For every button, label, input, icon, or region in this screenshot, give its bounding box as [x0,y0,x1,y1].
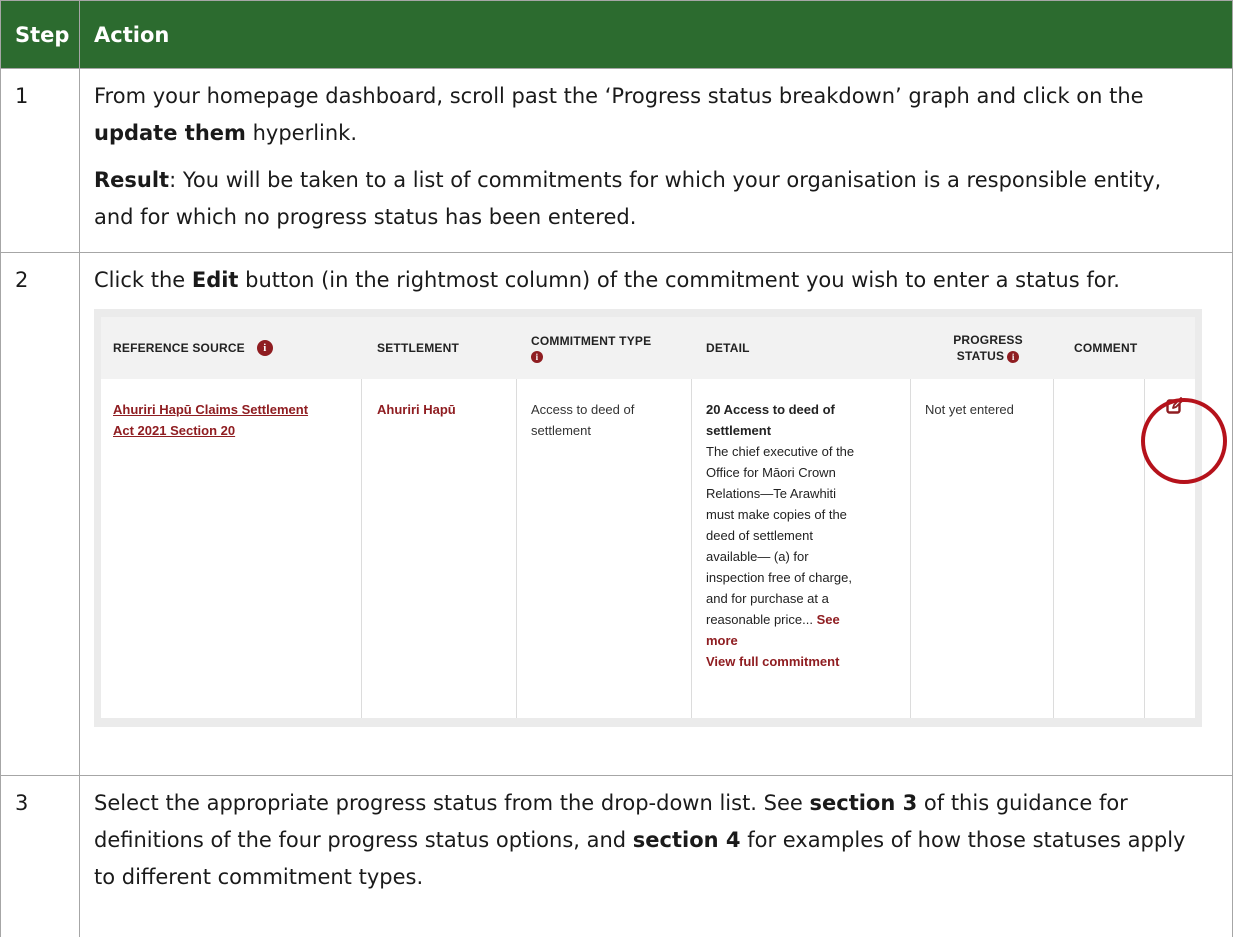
col-label: REFERENCE SOURCE [113,341,245,355]
guide-table: Step Action 1 From your homepage dashboa… [0,0,1233,937]
col-label: COMMITMENT TYPE [531,334,651,348]
text-segment: Select the appropriate progress status f… [94,791,810,815]
step-number: 1 [1,69,80,253]
detail-line: available— (a) for [706,546,854,567]
col-progress-status: PROGRESS STATUSi [943,317,1033,379]
detail-line: reasonable price... See [706,609,854,630]
table-row: 1 From your homepage dashboard, scroll p… [1,69,1233,253]
col-commitment-type: COMMITMENT TYPE i [531,317,651,379]
table-header-row: Step Action [1,1,1233,69]
text-line: Access to deed of [531,399,634,420]
link-text[interactable]: Ahuriri Hapū Claims Settlement [113,399,308,420]
step-number: 2 [1,253,80,776]
text-segment: Click the [94,268,192,292]
action-text: Select the appropriate progress status f… [94,785,1206,896]
action-text: From your homepage dashboard, scroll pas… [94,78,1206,152]
column-divider [691,379,692,718]
step-number: 3 [1,776,80,937]
bold-term: section 4 [633,828,741,852]
text-segment: : You will be taken to a list of commitm… [94,168,1161,229]
detail-line: and for purchase at a [706,588,854,609]
detail-title: 20 Access to deed of [706,399,854,420]
bold-term: section 3 [810,791,918,815]
text-segment: hyperlink. [246,121,357,145]
bold-term: Edit [192,268,239,292]
progress-status-value: Not yet entered [925,399,1014,420]
commitments-table-header: REFERENCE SOURCE i SETTLEMENT COMMITMENT… [101,317,1195,379]
link-text[interactable]: Act 2021 Section 20 [113,420,308,441]
header-action: Action [80,1,1233,69]
view-full-commitment-link[interactable]: View full commitment [706,651,854,672]
col-label: STATUS [957,349,1004,363]
text-line: settlement [531,420,634,441]
detail-line: Office for Māori Crown [706,462,854,483]
text-segment: button (in the rightmost column) of the … [238,268,1119,292]
text-segment: reasonable price... [706,612,817,627]
column-divider [516,379,517,718]
see-more-link[interactable]: See [817,612,840,627]
col-label-line2: STATUSi [957,349,1019,363]
action-cell: Select the appropriate progress status f… [80,776,1233,937]
commitments-table: REFERENCE SOURCE i SETTLEMENT COMMITMENT… [101,317,1195,718]
text-segment: From your homepage dashboard, scroll pas… [94,84,1144,108]
col-reference-source: REFERENCE SOURCE i [113,317,273,379]
see-more-link[interactable]: more [706,630,854,651]
col-settlement: SETTLEMENT [377,317,459,379]
result-text: Result: You will be taken to a list of c… [94,162,1206,236]
detail-line: The chief executive of the [706,441,854,462]
bold-term: update them [94,121,246,145]
column-divider [910,379,911,718]
table-row: 3 Select the appropriate progress status… [1,776,1233,937]
detail-title: settlement [706,420,854,441]
detail-line: deed of settlement [706,525,854,546]
detail-line: must make copies of the [706,504,854,525]
highlight-circle [1141,398,1227,484]
reference-source-link[interactable]: Ahuriri Hapū Claims Settlement Act 2021 … [113,399,308,441]
action-cell: From your homepage dashboard, scroll pas… [80,69,1233,253]
column-divider [1053,379,1054,718]
detail-line: Relations—Te Arawhiti [706,483,854,504]
commitment-type-value: Access to deed of settlement [531,399,634,441]
settlement-name: Ahuriri Hapū [377,399,456,420]
bold-term: Result [94,168,169,192]
detail-value: 20 Access to deed of settlement The chie… [706,399,854,672]
embedded-screenshot: REFERENCE SOURCE i SETTLEMENT COMMITMENT… [94,309,1202,727]
table-row: 2 Click the Edit button (in the rightmos… [1,253,1233,776]
info-circle-icon[interactable]: i [531,351,543,363]
col-label: PROGRESS [953,333,1023,347]
header-step: Step [1,1,80,69]
action-text: Click the Edit button (in the rightmost … [94,262,1206,299]
action-cell: Click the Edit button (in the rightmost … [80,253,1233,776]
info-circle-icon[interactable]: i [1007,351,1019,363]
detail-line: inspection free of charge, [706,567,854,588]
col-detail: DETAIL [706,317,750,379]
column-divider [361,379,362,718]
col-comment: COMMENT [1074,317,1137,379]
info-circle-icon[interactable]: i [257,340,273,356]
